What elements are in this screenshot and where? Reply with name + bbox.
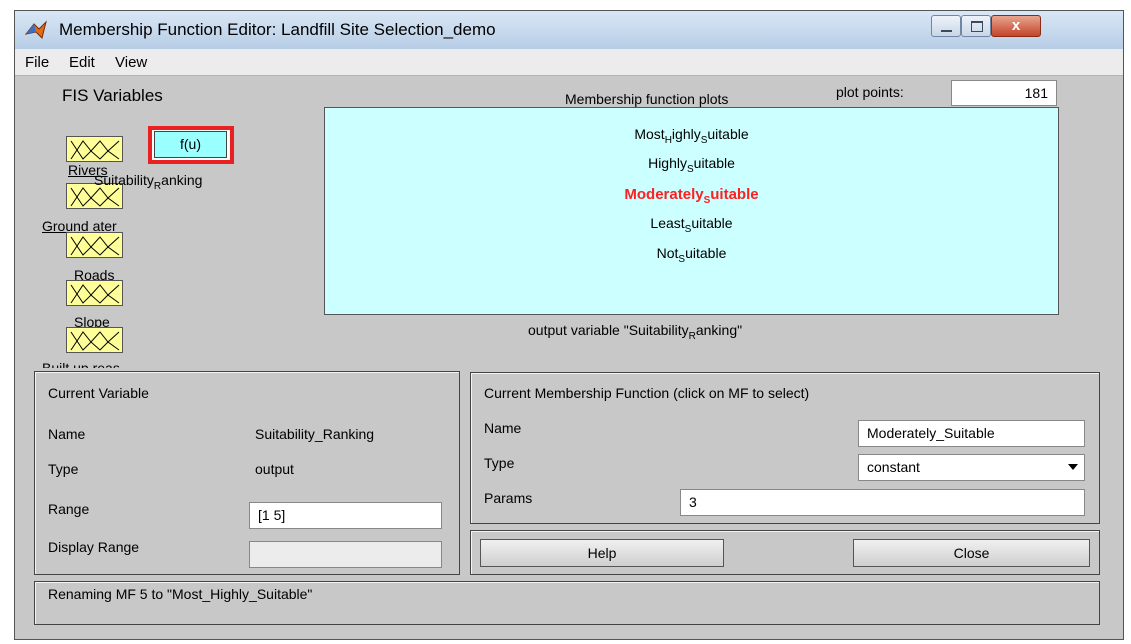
mf-label-part: H <box>664 134 672 146</box>
mf-label-part: Least <box>650 215 685 231</box>
mf-label-4[interactable]: NotSuitable <box>325 245 1058 265</box>
plot-caption: output variable "SuitabilityRanking" <box>528 322 742 342</box>
mf-label-2[interactable]: ModeratelySuitable <box>325 186 1058 206</box>
mf-label-part: S <box>686 163 694 175</box>
mf-label-part: Moderately <box>624 186 704 203</box>
mf-label-part: Not <box>656 245 679 261</box>
mf-shape-icon <box>70 284 120 304</box>
mf-label-part: Highly <box>648 155 687 171</box>
cv-type-value: output <box>255 461 294 477</box>
matlab-icon <box>25 20 47 39</box>
input-box-rivers[interactable] <box>66 136 123 162</box>
current-mf-title: Current Membership Function (click on MF… <box>484 385 810 401</box>
plot-points-label: plot points: <box>836 84 904 100</box>
chevron-down-icon <box>1068 464 1078 470</box>
output-box[interactable]: f(u) <box>154 131 227 158</box>
minimize-icon <box>941 30 952 32</box>
mf-label-part: uitable <box>693 155 735 171</box>
plot-caption-pre: output variable "Suitability <box>528 322 689 338</box>
input-box-roads[interactable] <box>66 232 123 258</box>
mf-label-part: uitable <box>691 215 733 231</box>
mf-label-part: uitable <box>685 245 727 261</box>
output-label-pre: Suitability <box>94 172 154 188</box>
cv-type-label: Type <box>48 461 79 477</box>
window-title: Membership Function Editor: Landfill Sit… <box>59 20 496 39</box>
display-range-input <box>249 541 442 568</box>
fis-variables-title: FIS Variables <box>62 86 163 105</box>
input-box-slope[interactable] <box>66 280 123 306</box>
range-input[interactable]: [1 5] <box>249 502 442 529</box>
mf-label-1[interactable]: HighlySuitable <box>325 155 1058 175</box>
mf-label-0[interactable]: MostHighlySuitable <box>325 126 1058 146</box>
mf-name-input[interactable]: Moderately_Suitable <box>858 420 1085 447</box>
mf-shape-icon <box>70 331 120 351</box>
current-variable-title: Current Variable <box>48 385 149 401</box>
minimize-button[interactable] <box>931 15 961 37</box>
output-label-post: anking <box>161 172 203 188</box>
close-window-button[interactable]: x <box>991 15 1041 37</box>
mf-label-part: ighly <box>671 126 701 142</box>
close-icon: x <box>1011 17 1021 34</box>
plots-title: Membership function plots <box>565 91 729 107</box>
mf-label-part: Most <box>634 126 665 142</box>
status-text: Renaming MF 5 to "Most_Highly_Suitable" <box>48 586 313 602</box>
menu-view[interactable]: View <box>115 54 147 71</box>
menu-file[interactable]: File <box>25 54 49 71</box>
maximize-icon <box>971 21 983 32</box>
mf-label-part: uitable <box>707 126 749 142</box>
cv-name-value: Suitability_Ranking <box>255 426 375 442</box>
mf-type-value: constant <box>867 459 920 475</box>
close-button[interactable]: Close <box>853 539 1090 567</box>
mf-params-input[interactable]: 3 <box>680 489 1085 516</box>
mf-shape-icon <box>70 236 120 256</box>
mf-shape-icon <box>70 140 120 160</box>
mf-name-label: Name <box>484 420 522 436</box>
mf-plot-area[interactable]: MostHighlySuitable HighlySuitable Moderate… <box>324 107 1059 315</box>
help-button[interactable]: Help <box>480 539 724 567</box>
cv-display-range-label: Display Range <box>48 539 140 555</box>
plot-points-input[interactable]: 181 <box>951 80 1057 106</box>
mf-type-select[interactable]: constant <box>858 454 1085 481</box>
menu-bar: File Edit View <box>15 49 1123 76</box>
mf-type-label: Type <box>484 455 515 471</box>
cv-name-label: Name <box>48 426 86 442</box>
title-bar[interactable]: Membership Function Editor: Landfill Sit… <box>15 11 1123 50</box>
plot-caption-sub: R <box>688 330 696 342</box>
mf-label-3[interactable]: LeastSuitable <box>325 215 1058 235</box>
input-label-builtup: Built up reas <box>42 360 120 368</box>
maximize-button[interactable] <box>961 15 991 37</box>
plot-caption-post: anking" <box>695 322 743 338</box>
cv-range-label: Range <box>48 501 90 517</box>
input-box-builtup[interactable] <box>66 327 123 353</box>
menu-edit[interactable]: Edit <box>69 54 95 71</box>
output-variable-label: SuitabilityRanking <box>94 172 202 192</box>
mf-label-part: uitable <box>710 186 759 203</box>
mf-params-label: Params <box>484 490 533 506</box>
